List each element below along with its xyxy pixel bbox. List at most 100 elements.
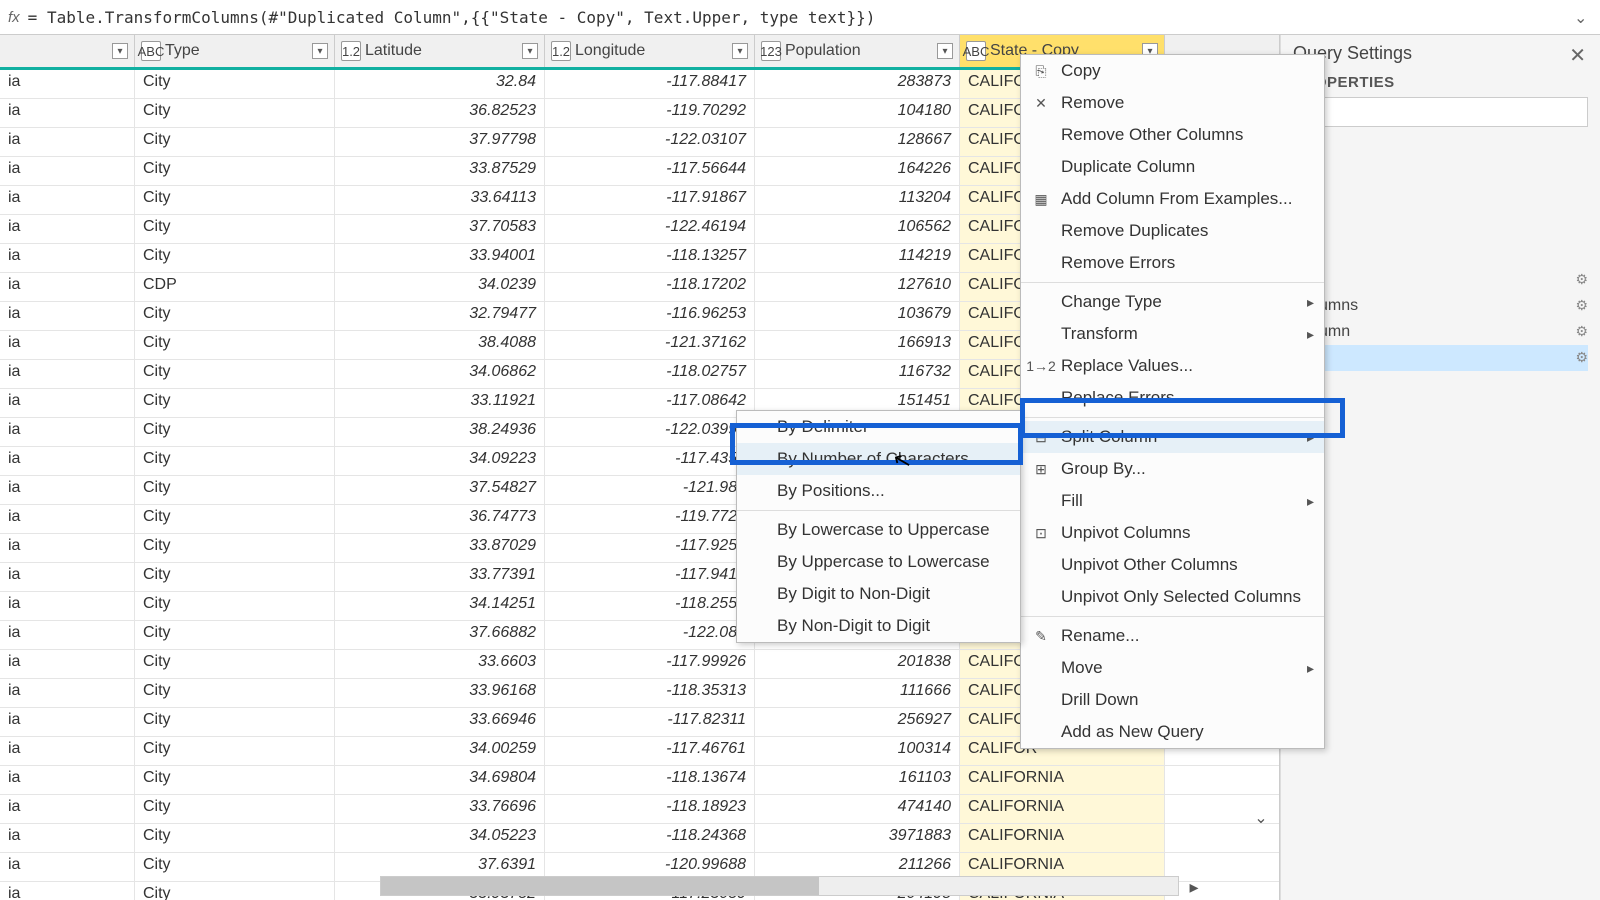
- formula-dropdown-icon[interactable]: ⌄: [1574, 8, 1592, 26]
- column-label: Latitude: [365, 42, 422, 60]
- step-gear-icon[interactable]: ⚙: [1575, 271, 1588, 288]
- menu-icon: ⎘: [1031, 61, 1051, 81]
- ctx-item-copy[interactable]: ⎘Copy: [1021, 55, 1324, 87]
- cell-lat: 38.24936: [335, 418, 545, 446]
- cell-lon: -117.9253: [545, 534, 755, 562]
- ctx-item-move[interactable]: Move: [1021, 652, 1324, 684]
- cell-lon: -118.13257: [545, 244, 755, 272]
- cell-lon: -116.96253: [545, 302, 755, 330]
- ctx-item-group-by[interactable]: ⊞Group By...: [1021, 453, 1324, 485]
- filter-dropdown-icon[interactable]: ▾: [522, 43, 538, 59]
- column-header-stub[interactable]: ▾: [0, 35, 135, 67]
- filter-dropdown-icon[interactable]: ▾: [732, 43, 748, 59]
- split-item-by-non-digit-to-digit[interactable]: By Non-Digit to Digit: [737, 610, 1020, 642]
- cell-type: City: [135, 592, 335, 620]
- ctx-item-remove-errors[interactable]: Remove Errors: [1021, 247, 1324, 279]
- cell-stub: ia: [0, 128, 135, 156]
- ctx-item-unpivot-only-selected-columns[interactable]: Unpivot Only Selected Columns: [1021, 581, 1324, 613]
- cell-type: City: [135, 737, 335, 765]
- cell-state: CALIFORNIA: [960, 766, 1165, 794]
- cell-lon: -117.99926: [545, 650, 755, 678]
- ctx-item-duplicate-column[interactable]: Duplicate Column: [1021, 151, 1324, 183]
- menu-icon: 1→2: [1031, 356, 1051, 376]
- ctx-item-drill-down[interactable]: Drill Down: [1021, 684, 1324, 716]
- cell-lat: 34.14251: [335, 592, 545, 620]
- column-context-menu: ⎘Copy✕RemoveRemove Other ColumnsDuplicat…: [1020, 54, 1325, 749]
- cell-lon: -118.02757: [545, 360, 755, 388]
- applied-step[interactable]: Columns⚙: [1293, 293, 1588, 319]
- cell-type: City: [135, 99, 335, 127]
- cell-lat: 34.06862: [335, 360, 545, 388]
- cell-type: City: [135, 708, 335, 736]
- scroll-down-icon[interactable]: ⌄: [1249, 806, 1273, 830]
- filter-dropdown-icon[interactable]: ▾: [112, 43, 128, 59]
- filter-dropdown-icon[interactable]: ▾: [937, 43, 953, 59]
- table-row[interactable]: iaCity33.76696-118.18923474140CALIFORNIA: [0, 795, 1279, 824]
- split-item-by-positions[interactable]: By Positions...: [737, 475, 1020, 507]
- cell-pop: 116732: [755, 360, 960, 388]
- column-header-lat[interactable]: 1.2Latitude▾: [335, 35, 545, 67]
- menu-icon: ⊟: [1031, 427, 1051, 447]
- menu-label: Split Column: [1061, 427, 1157, 447]
- menu-label: Unpivot Columns: [1061, 523, 1190, 543]
- ctx-item-unpivot-columns[interactable]: ⊡ Unpivot Columns: [1021, 517, 1324, 549]
- cell-type: City: [135, 795, 335, 823]
- ctx-item-unpivot-other-columns[interactable]: Unpivot Other Columns: [1021, 549, 1324, 581]
- applied-step[interactable]: pe⚙: [1293, 267, 1588, 293]
- cell-state: CALIFORNIA: [960, 824, 1165, 852]
- cell-stub: ia: [0, 563, 135, 591]
- menu-icon: ⊡: [1031, 523, 1051, 543]
- formula-text[interactable]: = Table.TransformColumns(#"Duplicated Co…: [28, 8, 1574, 27]
- close-icon[interactable]: ✕: [1569, 43, 1586, 68]
- column-header-type[interactable]: ABCType▾: [135, 35, 335, 67]
- menu-label: By Lowercase to Uppercase: [777, 520, 990, 540]
- ctx-item-remove-duplicates[interactable]: Remove Duplicates: [1021, 215, 1324, 247]
- ctx-item-remove[interactable]: ✕Remove: [1021, 87, 1324, 119]
- ctx-item-split-column[interactable]: ⊟ Split Column: [1021, 421, 1324, 453]
- split-item-by-number-of-characters[interactable]: By Number of Characters...: [737, 443, 1020, 475]
- cell-stub: ia: [0, 418, 135, 446]
- step-gear-icon[interactable]: ⚙: [1575, 323, 1588, 340]
- cell-lat: 33.94001: [335, 244, 545, 272]
- ctx-item-add-column-from-examples[interactable]: ▦Add Column From Examples...: [1021, 183, 1324, 215]
- table-row[interactable]: iaCity34.69804-118.13674161103CALIFORNIA: [0, 766, 1279, 795]
- cell-lat: 33.76696: [335, 795, 545, 823]
- panel-title: Query Settings: [1293, 43, 1588, 64]
- cell-stub: ia: [0, 882, 135, 900]
- ctx-item-replace-values[interactable]: 1→2Replace Values...: [1021, 350, 1324, 382]
- step-gear-icon[interactable]: ⚙: [1575, 349, 1588, 366]
- applied-step[interactable]: Column⚙: [1293, 319, 1588, 345]
- query-name-input[interactable]: [1293, 97, 1588, 127]
- ctx-item-remove-other-columns[interactable]: Remove Other Columns: [1021, 119, 1324, 151]
- cell-lon: -118.24368: [545, 824, 755, 852]
- scroll-right-icon[interactable]: ▸: [1182, 875, 1206, 899]
- cell-type: City: [135, 766, 335, 794]
- cell-pop: 114219: [755, 244, 960, 272]
- ctx-item-rename[interactable]: ✎Rename...: [1021, 620, 1324, 652]
- horizontal-scrollbar[interactable]: ▸: [380, 876, 1179, 896]
- menu-label: Add Column From Examples...: [1061, 189, 1292, 209]
- filter-dropdown-icon[interactable]: ▾: [312, 43, 328, 59]
- ctx-item-add-as-new-query[interactable]: Add as New Query: [1021, 716, 1324, 748]
- cell-type: City: [135, 70, 335, 98]
- step-gear-icon[interactable]: ⚙: [1575, 297, 1588, 314]
- ctx-item-fill[interactable]: Fill: [1021, 485, 1324, 517]
- menu-label: By Number of Characters...: [777, 449, 983, 469]
- applied-step[interactable]: Text⚙: [1293, 345, 1588, 371]
- column-header-pop[interactable]: 123Population▾: [755, 35, 960, 67]
- cell-lon: -118.18923: [545, 795, 755, 823]
- table-row[interactable]: iaCity34.05223-118.243683971883CALIFORNI…: [0, 824, 1279, 853]
- ctx-item-change-type[interactable]: Change Type: [1021, 286, 1324, 318]
- cell-type: City: [135, 302, 335, 330]
- column-header-lon[interactable]: 1.2Longitude▾: [545, 35, 755, 67]
- cell-type: City: [135, 824, 335, 852]
- ctx-item-replace-errors[interactable]: Replace Errors...: [1021, 382, 1324, 414]
- split-item-by-digit-to-non-digit[interactable]: By Digit to Non-Digit: [737, 578, 1020, 610]
- split-item-by-delimiter[interactable]: By Delimiter: [737, 411, 1020, 443]
- split-item-by-lowercase-to-uppercase[interactable]: By Lowercase to Uppercase: [737, 514, 1020, 546]
- cell-type: City: [135, 505, 335, 533]
- split-item-by-uppercase-to-lowercase[interactable]: By Uppercase to Lowercase: [737, 546, 1020, 578]
- cell-pop: 111666: [755, 679, 960, 707]
- menu-label: Remove Errors: [1061, 253, 1175, 273]
- ctx-item-transform[interactable]: Transform: [1021, 318, 1324, 350]
